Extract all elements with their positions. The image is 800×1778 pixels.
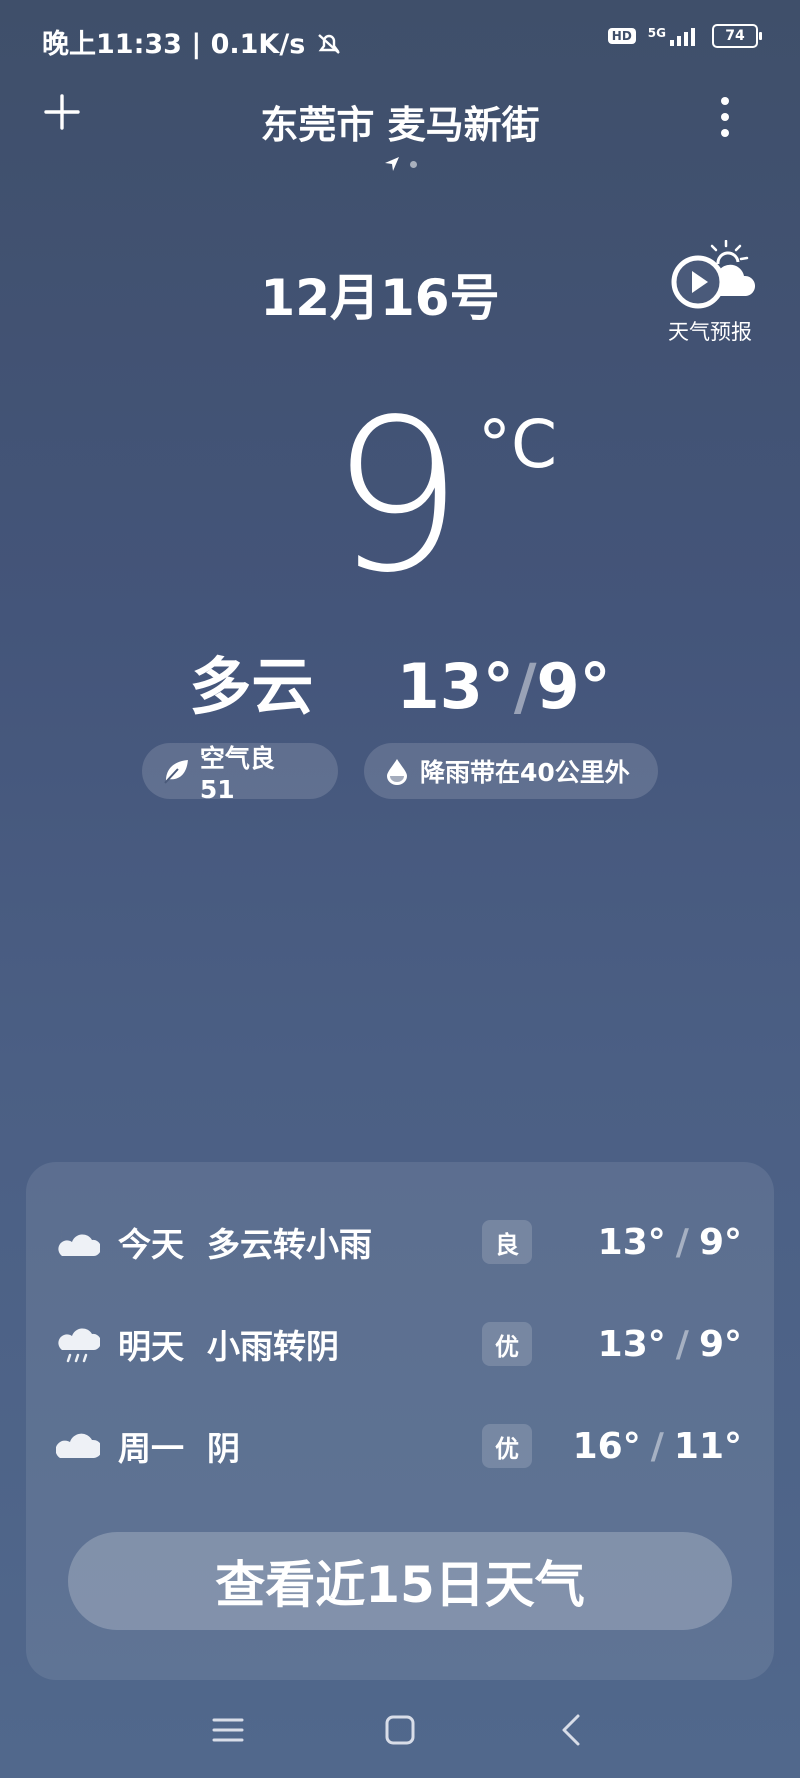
hd-badge: HD bbox=[607, 28, 636, 44]
cloud-moon-icon bbox=[58, 1226, 100, 1256]
cloud-icon bbox=[56, 1433, 100, 1458]
home-icon[interactable] bbox=[378, 1708, 422, 1752]
forecast-day-label: 今天 多云转小雨 bbox=[118, 1225, 372, 1264]
forecast-row-tomorrow[interactable]: 明天 小雨转阴 优 13°/9° bbox=[26, 1314, 774, 1374]
low-temp: 9° bbox=[536, 650, 611, 723]
temp-separator: / bbox=[513, 650, 537, 723]
navigation-bar bbox=[0, 1700, 800, 1760]
condition-text: 多云 bbox=[189, 650, 314, 723]
aqi-badge: 优 bbox=[482, 1322, 532, 1366]
forecast-row-today[interactable]: 今天 多云转小雨 良 13°/9° bbox=[26, 1212, 774, 1272]
forecast-temp-range: 13°/9° bbox=[597, 1221, 742, 1263]
weather-video-label: 天气预报 bbox=[668, 320, 752, 344]
more-options-icon[interactable] bbox=[712, 95, 738, 139]
status-indicators: HD 5G 74 bbox=[607, 24, 762, 48]
muted-bell-icon bbox=[317, 34, 340, 54]
rain-band-text: 降雨带在40公里外 bbox=[420, 758, 630, 787]
aqi-badge: 优 bbox=[482, 1424, 532, 1468]
current-temperature: 9 bbox=[330, 374, 464, 619]
status-time-speed: 晚上11:33 | 0.1K/s bbox=[42, 22, 343, 61]
signal-5g-icon: 5G bbox=[648, 26, 700, 46]
air-quality-chip[interactable]: 空气良 51 bbox=[142, 743, 338, 804]
forecast-temp-range: 13°/9° bbox=[597, 1323, 742, 1365]
page-dot bbox=[409, 160, 417, 168]
raindrop-icon bbox=[387, 759, 407, 785]
light-rain-icon bbox=[58, 1328, 100, 1363]
temperature-unit: °C bbox=[478, 406, 558, 483]
forecast-temp-range: 16°/11° bbox=[572, 1425, 742, 1467]
current-condition: 多云 13°/9° bbox=[0, 636, 800, 726]
high-temp: 13° bbox=[396, 650, 514, 723]
air-quality-text: 空气良 51 bbox=[199, 743, 275, 804]
page-indicator bbox=[0, 156, 800, 172]
aqi-badge: 良 bbox=[482, 1220, 532, 1264]
location-arrow-icon bbox=[384, 157, 399, 171]
battery-indicator: 74 bbox=[712, 24, 762, 48]
play-sun-cloud-icon bbox=[671, 239, 756, 309]
forecast-row-monday[interactable]: 周一 阴 优 16°/11° bbox=[26, 1416, 774, 1476]
leaf-icon bbox=[164, 760, 188, 784]
forecast-day-label: 周一 阴 bbox=[118, 1429, 240, 1468]
date-label: 12月16号 bbox=[260, 269, 500, 327]
menu-icon[interactable] bbox=[206, 1708, 250, 1752]
city-title[interactable]: 东莞市 麦马新街 bbox=[0, 94, 800, 149]
weather-video-button[interactable]: 天气预报 bbox=[660, 239, 760, 346]
back-icon[interactable] bbox=[550, 1708, 594, 1752]
forecast-day-label: 明天 小雨转阴 bbox=[118, 1327, 339, 1366]
rain-band-chip[interactable]: 降雨带在40公里外 bbox=[364, 743, 658, 799]
view-15-day-button[interactable]: 查看近15日天气 bbox=[68, 1532, 732, 1630]
